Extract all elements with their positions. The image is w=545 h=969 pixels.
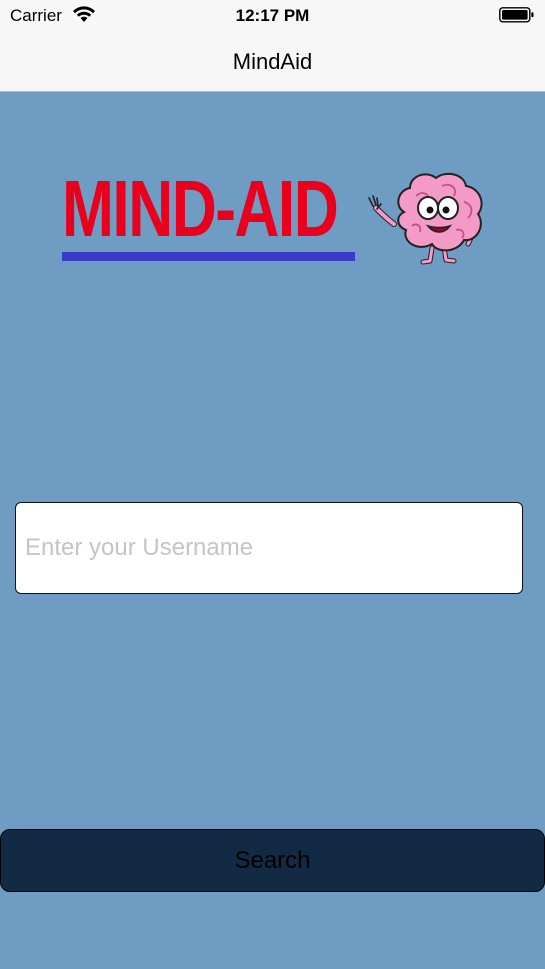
- status-bar: Carrier 12:17 PM: [0, 0, 545, 30]
- navigation-bar: MindAid: [0, 30, 545, 92]
- logo-text: MIND-AID: [62, 164, 339, 253]
- app-logo: MIND-AID: [62, 168, 492, 268]
- username-input[interactable]: [15, 502, 523, 594]
- search-button-label: Search: [234, 847, 311, 874]
- status-time: 12:17 PM: [235, 6, 310, 25]
- page-title: MindAid: [232, 49, 313, 74]
- brain-mascot-icon: [368, 172, 483, 265]
- battery-icon: [499, 7, 534, 23]
- logo-underline: [62, 252, 355, 261]
- search-button[interactable]: Search: [0, 829, 545, 892]
